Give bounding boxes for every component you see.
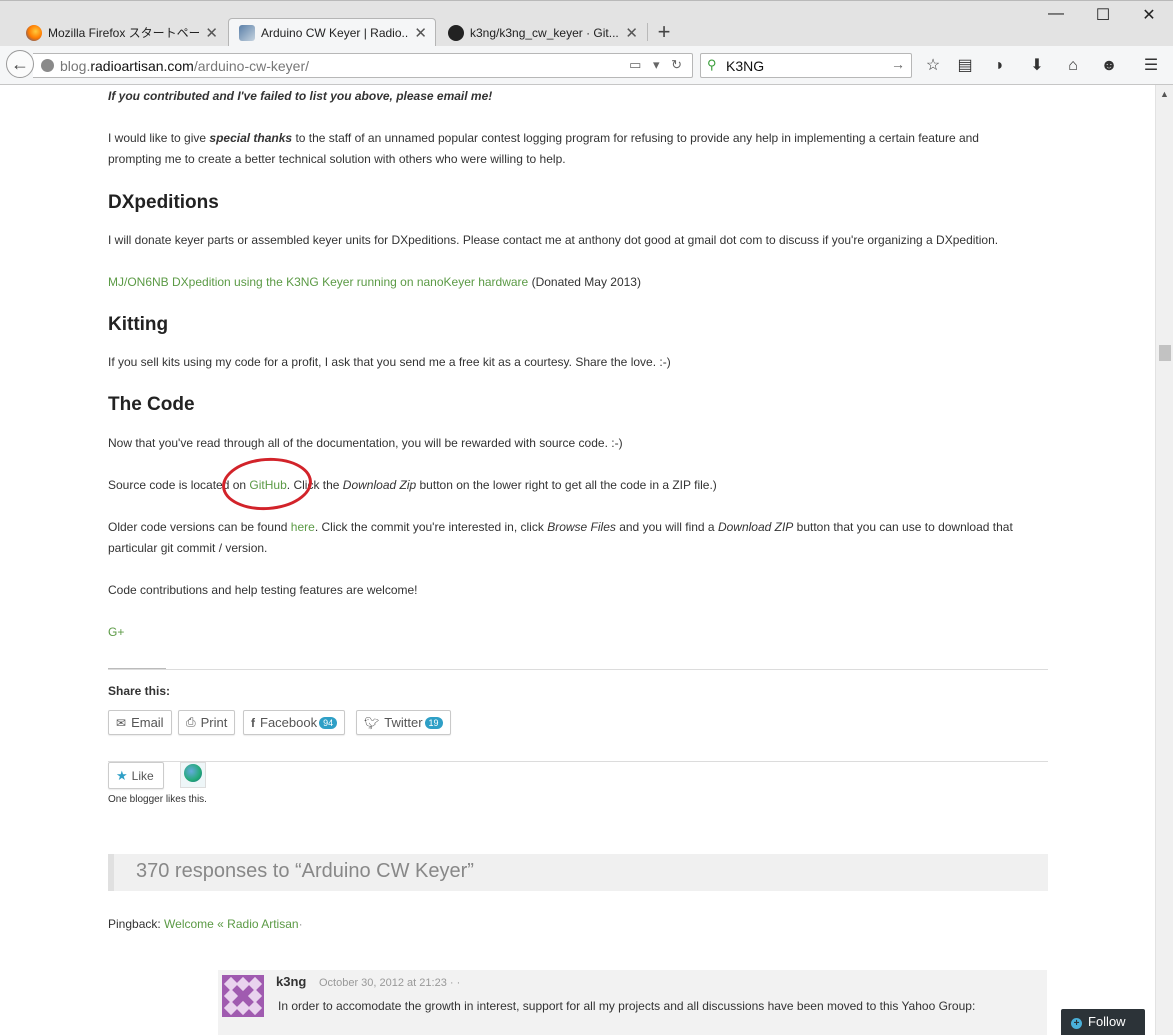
reading-list-icon[interactable]: ▤ (954, 55, 976, 77)
reader-view-icon[interactable]: ▭ ▾ ↻ (629, 57, 686, 73)
firefox-icon (26, 24, 42, 41)
home-icon[interactable]: ⌂ (1062, 55, 1084, 77)
menu-icon[interactable]: ☰ (1140, 55, 1162, 77)
code-intro-text: Now that you've read through all of the … (108, 436, 623, 450)
tab-label: Arduino CW Keyer | Radio... (261, 26, 409, 40)
liker-avatar[interactable] (180, 762, 206, 788)
url-bar[interactable]: blog.radioartisan.com/arduino-cw-keyer/ … (33, 53, 693, 78)
responses-title: 370 responses to “Arduino CW Keyer” (136, 860, 474, 882)
share-divider-accent (108, 668, 166, 669)
github-icon (448, 24, 464, 41)
tab-label: k3ng/k3ng_cw_keyer · Git... (470, 25, 619, 40)
scroll-up-icon[interactable]: ▲ (1160, 89, 1169, 99)
twitter-icon: 🐦︎ (364, 715, 380, 730)
gplus-link-text[interactable]: G+ (108, 625, 124, 639)
the-code-heading: The Code (108, 394, 195, 415)
bookmark-star-icon[interactable]: ☆ (922, 55, 944, 77)
close-tab-icon[interactable]: ✕ (205, 24, 218, 42)
dxpeditions-text: I will donate keyer parts or assembled k… (108, 233, 999, 247)
older-versions-paragraph: Older code versions can be found here. C… (108, 520, 1013, 555)
star-icon: ★ (116, 767, 128, 783)
radioartisan-favicon-icon (239, 25, 255, 41)
like-button[interactable]: ★ Like (108, 762, 164, 789)
close-tab-icon[interactable]: ✕ (414, 24, 427, 42)
share-divider (108, 669, 1048, 670)
share-twitter-label: Twitter (384, 715, 423, 730)
like-divider (108, 761, 1048, 762)
comment-date[interactable]: October 30, 2012 at 21:23 · · (319, 977, 460, 989)
share-email-button[interactable]: ✉ Email (108, 710, 172, 735)
share-email-label: Email (131, 715, 164, 730)
comment-text: In order to accomodate the growth in int… (278, 999, 976, 1013)
contributors-note: If you contributed and I've failed to li… (108, 89, 493, 103)
share-heading: Share this: (108, 684, 171, 698)
search-go-icon[interactable]: → (891, 56, 905, 72)
page-viewport: If you contributed and I've failed to li… (0, 85, 1155, 1035)
dxpeditions-heading: DXpeditions (108, 192, 219, 213)
comment-author[interactable]: k3ng (276, 974, 306, 989)
email-icon: ✉ (116, 715, 127, 730)
url-text[interactable]: blog.radioartisan.com/arduino-cw-keyer/ (60, 58, 309, 74)
twitter-count-badge: 19 (424, 716, 443, 729)
share-print-button[interactable]: ⎙ Print (178, 710, 236, 735)
likes-caption: One blogger likes this. (108, 794, 207, 805)
share-facebook-button[interactable]: f Facebook 94 (243, 710, 346, 735)
minimize-button[interactable]: — (1041, 5, 1071, 23)
maximize-button[interactable]: ☐ (1088, 5, 1118, 25)
print-icon: ⎙ (186, 715, 196, 729)
download-icon[interactable]: ⬇ (1026, 55, 1048, 77)
follow-button[interactable]: + Follow (1061, 1009, 1145, 1035)
search-input[interactable]: K3NG (726, 58, 764, 74)
special-thanks-paragraph: I would like to give special thanks to t… (108, 131, 979, 166)
pocket-icon[interactable]: ◗ (989, 55, 1011, 77)
pingback-link[interactable]: Welcome « Radio Artisan (164, 917, 299, 931)
vertical-scrollbar[interactable]: ▲ (1155, 85, 1173, 1035)
kitting-text: If you sell kits using my code for a pro… (108, 355, 671, 369)
title-bar: Mozilla Firefox スタートページ ✕ Arduino CW Key… (0, 0, 1173, 47)
new-tab-button[interactable]: + (652, 20, 676, 44)
facebook-count-badge: 94 (319, 716, 338, 729)
dxpedition-link[interactable]: MJ/ON6NB DXpedition using the K3NG Keyer… (108, 275, 528, 289)
share-twitter-button[interactable]: 🐦︎ Twitter 19 (356, 710, 451, 735)
tab-label: Mozilla Firefox スタートページ (48, 26, 200, 40)
kitting-heading: Kitting (108, 314, 169, 335)
source-code-paragraph: Source code is located on GitHub. Click … (108, 478, 717, 492)
navigation-toolbar: blog.radioartisan.com/arduino-cw-keyer/ … (0, 46, 1173, 85)
dxpedition-link-paragraph: MJ/ON6NB DXpedition using the K3NG Keyer… (108, 275, 641, 289)
follow-label: Follow (1088, 1014, 1126, 1029)
gplus-link[interactable]: G+ (108, 622, 124, 643)
search-bar[interactable]: ⚲ K3NG → (700, 53, 912, 78)
plus-icon: + (1071, 1018, 1082, 1029)
responses-header: 370 responses to “Arduino CW Keyer” (108, 854, 1048, 891)
tab-arduino-cw-keyer[interactable]: Arduino CW Keyer | Radio... ✕ (228, 18, 436, 47)
facebook-icon: f (251, 715, 255, 730)
contributions-welcome-text: Code contributions and help testing feat… (108, 583, 418, 597)
share-facebook-label: Facebook (260, 715, 318, 730)
commenter-avatar[interactable] (222, 975, 264, 1017)
back-button[interactable]: ← (6, 50, 34, 78)
scrollbar-thumb[interactable] (1159, 345, 1171, 361)
pingback-line: Pingback: Welcome « Radio Artisan· (108, 917, 303, 931)
like-label: Like (131, 768, 154, 783)
tab-divider (647, 23, 648, 41)
comment-card: k3ng October 30, 2012 at 21:23 · · In or… (218, 970, 1047, 1035)
close-window-button[interactable]: ✕ (1134, 5, 1164, 25)
annotation-circle (220, 454, 314, 514)
close-tab-icon[interactable]: ✕ (625, 24, 638, 42)
share-print-label: Print (200, 715, 228, 730)
tab-github[interactable]: k3ng/k3ng_cw_keyer · Git... ✕ (438, 18, 646, 47)
site-identity-icon[interactable] (41, 59, 54, 72)
tab-firefox-start[interactable]: Mozilla Firefox スタートページ ✕ (16, 18, 226, 47)
older-versions-link[interactable]: here (291, 520, 315, 534)
search-engine-icon[interactable]: ⚲ (707, 57, 717, 73)
hello-icon[interactable]: ☻ (1098, 55, 1120, 77)
